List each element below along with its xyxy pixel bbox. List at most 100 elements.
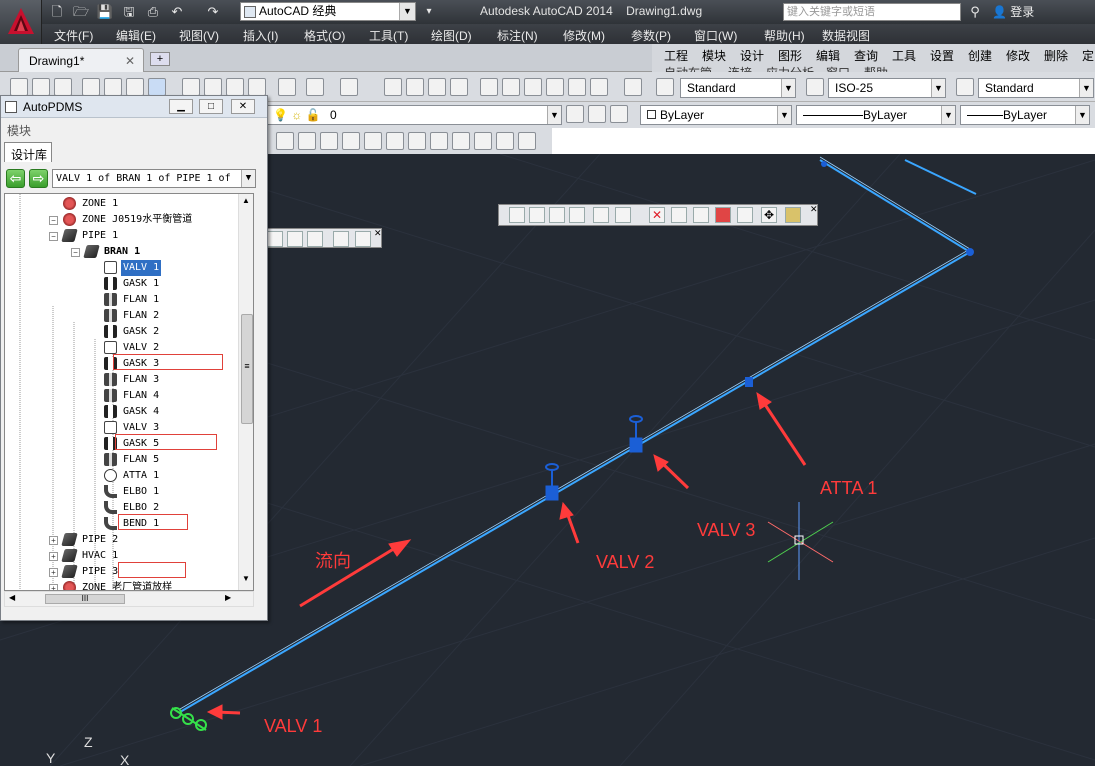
- forward-arrow-icon[interactable]: ⇨: [29, 169, 48, 188]
- check-icon[interactable]: [785, 207, 801, 223]
- publish-icon[interactable]: [126, 78, 144, 96]
- color-select[interactable]: ByLayer ▼: [640, 105, 792, 125]
- pan-icon[interactable]: [384, 78, 402, 96]
- no-entry-icon[interactable]: [307, 231, 323, 247]
- workspace-select[interactable]: AutoCAD 经典 ▼: [240, 2, 416, 21]
- redo-icon[interactable]: [615, 207, 631, 223]
- valv2-component[interactable]: [545, 463, 559, 501]
- tree-node[interactable]: GASK 2: [104, 324, 161, 340]
- menu-file[interactable]: 文件(F): [54, 27, 93, 44]
- close-icon[interactable]: ✕: [125, 54, 135, 68]
- flange-pair-icon[interactable]: [342, 132, 360, 150]
- match-properties-icon[interactable]: [248, 78, 266, 96]
- expand-icon[interactable]: +: [49, 536, 58, 545]
- tool-palettes-icon[interactable]: [524, 78, 542, 96]
- expand-icon[interactable]: +: [49, 568, 58, 577]
- redo-icon[interactable]: ↷: [204, 3, 222, 21]
- copy-icon[interactable]: [671, 207, 687, 223]
- lock-icon[interactable]: [549, 207, 565, 223]
- lineweight-select[interactable]: ByLayer ▼: [960, 105, 1090, 125]
- attachment-icon[interactable]: [386, 132, 404, 150]
- cmd-modify[interactable]: 修改: [1006, 47, 1030, 64]
- save-icon[interactable]: [509, 207, 525, 223]
- cmd-more[interactable]: 定: [1082, 47, 1094, 64]
- redo-icon[interactable]: [340, 78, 358, 96]
- minimize-button[interactable]: ▁: [169, 99, 193, 114]
- table-style-select[interactable]: Standard ▼: [978, 78, 1094, 98]
- zoom-previous-icon[interactable]: [450, 78, 468, 96]
- menu-data-view[interactable]: 数据视图: [822, 27, 870, 44]
- block-editor-icon[interactable]: [278, 78, 296, 96]
- support-icon[interactable]: [452, 132, 470, 150]
- menu-format[interactable]: 格式(O): [304, 27, 345, 44]
- close-icon[interactable]: ✕: [810, 204, 818, 215]
- menu-view[interactable]: 视图(V): [179, 27, 219, 44]
- application-menu-button[interactable]: [0, 0, 42, 44]
- autopdms-titlebar[interactable]: AutoPDMS ▁ □ ✕: [1, 96, 267, 118]
- menu-insert[interactable]: 插入(I): [243, 27, 278, 44]
- layer-states-icon[interactable]: [610, 105, 628, 123]
- calculator-icon[interactable]: [590, 78, 608, 96]
- hierarchy-icon[interactable]: [529, 207, 545, 223]
- array-icon[interactable]: [715, 207, 731, 223]
- maximize-button[interactable]: □: [199, 99, 223, 114]
- scroll-thumb[interactable]: ≡: [241, 314, 253, 424]
- linetype-select[interactable]: ByLayer ▼: [796, 105, 956, 125]
- cmd-query[interactable]: 查询: [854, 47, 878, 64]
- new-tab-button[interactable]: +: [150, 52, 170, 66]
- gasket-icon[interactable]: [320, 132, 338, 150]
- undo-icon[interactable]: ↶: [168, 3, 186, 21]
- current-element-select[interactable]: VALV 1 of BRAN 1 of PIPE 1 of ▼: [52, 169, 256, 188]
- collapse-icon[interactable]: −: [49, 216, 58, 225]
- mirror-icon[interactable]: [693, 207, 709, 223]
- cmd-window[interactable]: 窗口: [826, 64, 850, 72]
- print-icon[interactable]: ⎙: [144, 3, 162, 21]
- plot-icon[interactable]: [82, 78, 100, 96]
- layer-select[interactable]: 💡 ☼ 🔓 0 ▼: [266, 105, 562, 125]
- open-file-icon[interactable]: 🗁: [72, 3, 90, 21]
- scroll-left-icon[interactable]: ◀: [9, 593, 15, 602]
- save-icon[interactable]: 💾: [96, 3, 114, 21]
- layer-previous-icon[interactable]: [588, 105, 606, 123]
- tree-node[interactable]: VALV 3: [104, 420, 161, 436]
- tree-node[interactable]: HVAC 1: [61, 548, 120, 564]
- tree-node[interactable]: ATTA 1: [104, 468, 161, 484]
- expand-icon[interactable]: +: [49, 584, 58, 590]
- cmd-tools[interactable]: 工具: [892, 47, 916, 64]
- menu-modify[interactable]: 修改(M): [563, 27, 605, 44]
- menu-tools[interactable]: 工具(T): [369, 27, 408, 44]
- cut-icon[interactable]: [182, 78, 200, 96]
- markup-icon[interactable]: [568, 78, 586, 96]
- table-style-icon[interactable]: [956, 78, 974, 96]
- tree-node[interactable]: BEND 1: [104, 516, 161, 532]
- tree-node[interactable]: ZONE J0519水平衡管道: [63, 212, 194, 228]
- expand-icon[interactable]: +: [49, 552, 58, 561]
- scroll-right-icon[interactable]: ▶: [225, 593, 231, 602]
- close-button[interactable]: ✕: [231, 99, 255, 114]
- cross-icon[interactable]: [474, 132, 492, 150]
- new-icon[interactable]: [10, 78, 28, 96]
- cmd-help[interactable]: 帮助: [864, 64, 888, 72]
- undo-icon[interactable]: [593, 207, 609, 223]
- menu-dimension[interactable]: 标注(N): [497, 27, 538, 44]
- cmd-project[interactable]: 工程: [664, 47, 688, 64]
- tree-node[interactable]: ELBO 2: [104, 500, 161, 516]
- delete-icon[interactable]: ✕: [649, 207, 665, 223]
- properties-icon[interactable]: [480, 78, 498, 96]
- tree-node[interactable]: GASK 3: [104, 356, 161, 372]
- cmd-auto-pipe[interactable]: 自动布管: [664, 64, 712, 72]
- cmd-stress[interactable]: 应力分析: [766, 64, 814, 72]
- help-icon[interactable]: [624, 78, 642, 96]
- valv1-component[interactable]: [170, 707, 207, 731]
- cmd-connect[interactable]: 连接: [728, 64, 752, 72]
- scroll-thumb[interactable]: III: [45, 594, 125, 604]
- tree-node[interactable]: GASK 1: [104, 276, 161, 292]
- flange-icon[interactable]: [298, 132, 316, 150]
- menu-help[interactable]: 帮助(H): [764, 27, 805, 44]
- modules-label[interactable]: 模块: [7, 122, 31, 139]
- text-style-select[interactable]: Standard ▼: [680, 78, 796, 98]
- tree-node[interactable]: FLAN 1: [104, 292, 161, 308]
- menu-edit[interactable]: 编辑(E): [116, 27, 156, 44]
- tree-node[interactable]: PIPE 2: [61, 532, 120, 548]
- rotate-icon[interactable]: [737, 207, 753, 223]
